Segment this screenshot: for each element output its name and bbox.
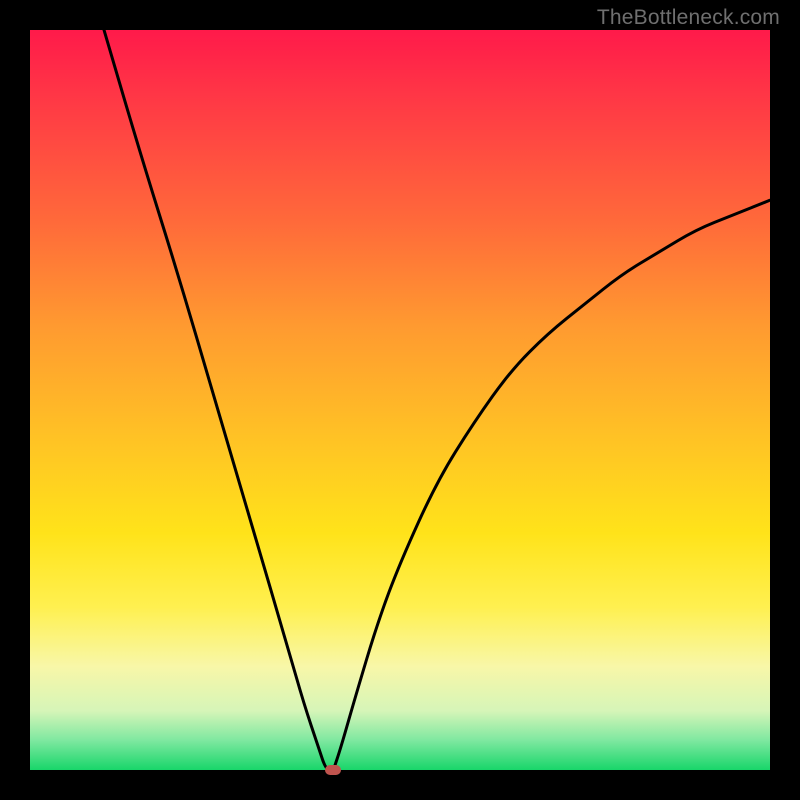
watermark-text: TheBottleneck.com [597, 6, 780, 30]
chart-frame: TheBottleneck.com [0, 0, 800, 800]
curve-svg [30, 30, 770, 770]
minimum-marker [325, 765, 341, 775]
curve-left-branch [104, 30, 333, 770]
curve-right-branch [333, 200, 770, 770]
plot-area [30, 30, 770, 770]
